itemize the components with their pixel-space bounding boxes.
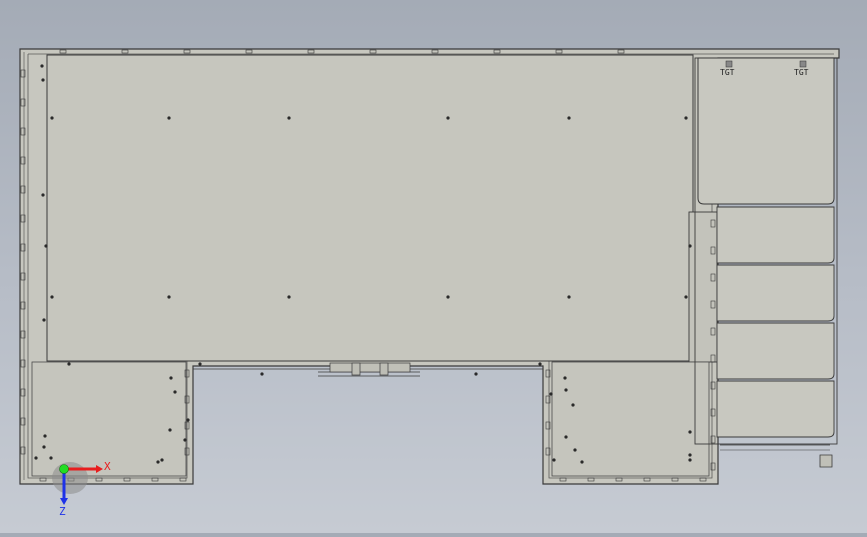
mounting-hole (688, 453, 692, 457)
mounting-hole (446, 295, 450, 299)
drawer-1 (716, 206, 835, 264)
mounting-hole (564, 435, 568, 439)
mounting-hole (564, 388, 568, 392)
mounting-hole (552, 458, 556, 462)
mounting-hole (580, 460, 584, 464)
mounting-hole (198, 362, 202, 366)
mounting-hole (41, 78, 45, 82)
mounting-hole (183, 438, 187, 442)
clamp-left-icon (725, 60, 733, 68)
mounting-hole (41, 193, 45, 197)
mounting-hole (167, 295, 171, 299)
mounting-hole (44, 244, 48, 248)
mounting-hole (474, 372, 478, 376)
mounting-hole (156, 460, 160, 464)
mounting-hole (446, 116, 450, 120)
mounting-hole (684, 116, 688, 120)
clamp-label-right: TGT (794, 68, 809, 77)
mounting-hole (684, 295, 688, 299)
mounting-hole (49, 456, 53, 460)
mounting-hole (563, 376, 567, 380)
origin-icon (59, 464, 69, 474)
mounting-hole (567, 116, 571, 120)
mounting-hole (573, 448, 577, 452)
cad-drawing: TGT TGT X Z (19, 48, 840, 518)
mounting-hole (173, 390, 177, 394)
mounting-hole (168, 428, 172, 432)
mounting-hole (42, 445, 46, 449)
mounting-hole (169, 376, 173, 380)
drawer-2 (716, 264, 835, 322)
top-plate-step (688, 211, 718, 363)
mounting-hole (42, 318, 46, 322)
mounting-hole (549, 392, 553, 396)
mounting-hole (160, 458, 164, 462)
mounting-hole (167, 116, 171, 120)
mounting-hole (287, 116, 291, 120)
mounting-hole (287, 295, 291, 299)
z-axis-arrow-icon (60, 498, 68, 505)
mounting-hole (688, 430, 692, 434)
mounting-hole (567, 295, 571, 299)
mounting-hole (186, 418, 190, 422)
mounting-hole (260, 372, 264, 376)
clamp-label-left: TGT (720, 68, 735, 77)
mounting-hole (688, 458, 692, 462)
mounting-hole (538, 362, 542, 366)
z-axis-label: Z (59, 505, 66, 518)
drawer-3 (716, 322, 835, 380)
cabinet-foot (819, 454, 833, 468)
mounting-hole (34, 456, 38, 460)
mounting-hole (50, 116, 54, 120)
mounting-hole (43, 434, 47, 438)
cad-viewport[interactable]: TGT TGT X Z (0, 0, 867, 533)
mounting-hole (40, 64, 44, 68)
clamp-right-icon (799, 60, 807, 68)
mounting-hole (571, 403, 575, 407)
drawer-4 (716, 380, 835, 438)
x-axis-label: X (104, 460, 111, 473)
mounting-hole (67, 362, 71, 366)
cabinet-top-panel (697, 57, 835, 205)
mounting-hole (50, 295, 54, 299)
mounting-hole (688, 244, 692, 248)
top-plate (46, 54, 694, 362)
coordinate-triad: X Z (52, 460, 111, 518)
lower-right-plate (551, 361, 710, 477)
